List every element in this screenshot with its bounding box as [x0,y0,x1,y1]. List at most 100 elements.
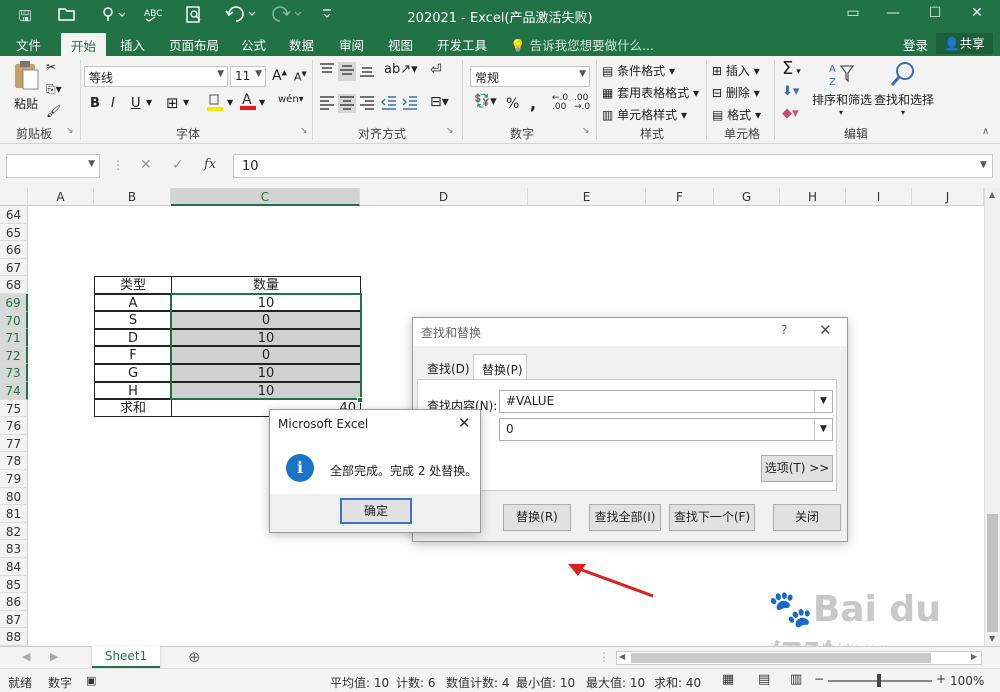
macro-record-icon[interactable]: ▣ [86,674,96,687]
increase-indent-icon[interactable] [401,94,419,113]
row-header[interactable]: 87 [0,610,28,629]
scroll-down-icon[interactable]: ▼ [989,634,995,643]
row-header[interactable]: 65 [0,223,28,242]
tab-data[interactable]: 数据 [289,35,314,54]
row-header[interactable]: 86 [0,593,28,611]
cut-icon[interactable]: ✂ [46,60,56,74]
insert-cells-button[interactable]: ⊞ 插入 ▾ [712,62,760,79]
paste-button[interactable]: 粘贴 [10,60,42,112]
share-button[interactable]: 👤共享 [936,33,993,54]
row-header[interactable]: 82 [0,522,28,541]
number-format-combo[interactable]: 常规 ▼ [470,66,590,87]
align-left-icon[interactable] [318,94,336,113]
cancel-entry-icon[interactable]: ✕ [140,157,152,173]
row-header[interactable]: 77 [0,434,28,453]
merge-center-icon[interactable]: ⊟▾ [430,94,449,110]
table-cell[interactable]: H [94,381,172,400]
scroll-up-icon[interactable]: ▲ [989,190,995,199]
wrap-text-icon[interactable]: ⏎ [430,62,442,78]
zoom-level[interactable]: 100% [950,674,984,688]
maximize-icon[interactable]: ☐ [920,5,950,21]
row-header[interactable]: 72 [0,346,28,365]
tab-view[interactable]: 视图 [388,35,413,54]
options-button[interactable]: 选项(T) >> [761,455,833,482]
row-header[interactable]: 88 [0,628,28,646]
column-header[interactable]: I [846,188,912,206]
sheet-tab[interactable]: Sheet1 [92,646,160,668]
horizontal-scrollbar[interactable]: ◀ ▶ [616,651,982,665]
scroll-left-icon[interactable]: ◀ [619,652,625,661]
phonetic-icon[interactable]: wén▾ [278,94,304,105]
page-break-view-icon[interactable]: ▥ [790,672,802,687]
scroll-thumb[interactable] [631,653,931,663]
row-header[interactable]: 74 [0,382,28,400]
zoom-in-icon[interactable]: + [936,672,946,686]
column-header[interactable]: E [528,188,646,206]
splitter-icon[interactable]: ⋮ [598,650,610,664]
close-icon[interactable]: ✕ [458,414,471,432]
font-color-icon[interactable]: A [239,90,257,115]
alignment-launcher-icon[interactable]: ↘ [446,126,454,136]
tell-me-search[interactable]: 💡 告诉我您想要做什么... [510,35,654,54]
table-cell[interactable]: A [94,293,172,312]
chevron-down-icon[interactable]: ▼ [146,98,152,107]
autosum-button[interactable]: Σ ▾ [782,58,801,79]
clipboard-launcher-icon[interactable]: ↘ [66,126,74,136]
expand-formula-icon[interactable]: ▼ [980,160,987,170]
row-header[interactable]: 75 [0,399,28,418]
row-header[interactable]: 70 [0,311,28,330]
add-sheet-icon[interactable]: ⊕ [188,648,201,666]
row-header[interactable]: 64 [0,206,28,224]
tab-home[interactable]: 开始 [61,33,107,56]
comma-button[interactable]: , [530,94,536,113]
row-header[interactable]: 84 [0,558,28,576]
row-header[interactable]: 85 [0,575,28,594]
format-cells-button[interactable]: ▤ 格式 ▾ [712,106,761,123]
copy-icon[interactable]: ⎘▾ [46,82,62,97]
format-as-table-button[interactable]: ▦ 套用表格格式 ▾ [602,84,699,101]
decrease-indent-icon[interactable] [380,94,398,113]
total-label-cell[interactable]: 求和 [94,399,172,417]
tab-formulas[interactable]: 公式 [241,35,266,54]
name-box[interactable]: ▼ [6,154,100,178]
tab-developer[interactable]: 开发工具 [437,35,487,54]
align-top-icon[interactable] [318,62,336,81]
ok-button[interactable]: 确定 [340,498,412,524]
formula-input[interactable]: 10 [233,154,993,178]
align-right-icon[interactable] [358,94,376,113]
find-next-button[interactable]: 查找下一个(F) [669,504,755,531]
collapse-ribbon-icon[interactable]: ∧ [982,126,989,137]
tab-find[interactable]: 查找(D) [427,360,470,377]
shrink-font-button[interactable]: A▼ [294,70,307,84]
fill-icon[interactable]: ⬇▾ [782,84,799,99]
clear-icon[interactable]: ◆▾ [782,106,799,121]
chevron-down-icon[interactable]: ▼ [259,98,265,107]
row-header[interactable]: 80 [0,487,28,506]
ribbon-display-icon[interactable]: ▭ [838,5,868,21]
number-launcher-icon[interactable]: ↘ [582,126,590,136]
close-button[interactable]: 关闭 [773,504,841,531]
vertical-scrollbar[interactable]: ▲ ▼ [984,188,1000,646]
row-header[interactable]: 73 [0,364,28,382]
find-what-input[interactable]: #VALUE ▼ [499,390,833,413]
italic-button[interactable]: I [111,96,115,111]
row-header[interactable]: 69 [0,294,28,312]
column-header[interactable]: B [94,188,171,206]
scroll-tabs-right-icon[interactable]: ▶ [50,650,58,663]
row-header[interactable]: 78 [0,452,28,470]
select-all-corner[interactable] [0,188,28,206]
zoom-out-icon[interactable]: − [814,672,824,686]
zoom-slider-thumb[interactable] [877,674,881,687]
column-header[interactable]: D [360,188,528,206]
scroll-thumb[interactable] [987,514,998,632]
find-all-button[interactable]: 查找全部(I) [589,504,661,531]
table-cell[interactable]: F [94,346,172,364]
column-header[interactable]: G [714,188,780,206]
tab-replace[interactable]: 替换(P) [473,354,527,380]
row-header[interactable]: 66 [0,241,28,259]
help-icon[interactable]: ? [781,323,787,337]
accounting-format-icon[interactable]: 💱▾ [474,94,497,109]
table-cell[interactable]: D [94,328,172,347]
table-cell[interactable]: G [94,364,172,382]
replace-button[interactable]: 替换(R) [503,504,571,531]
